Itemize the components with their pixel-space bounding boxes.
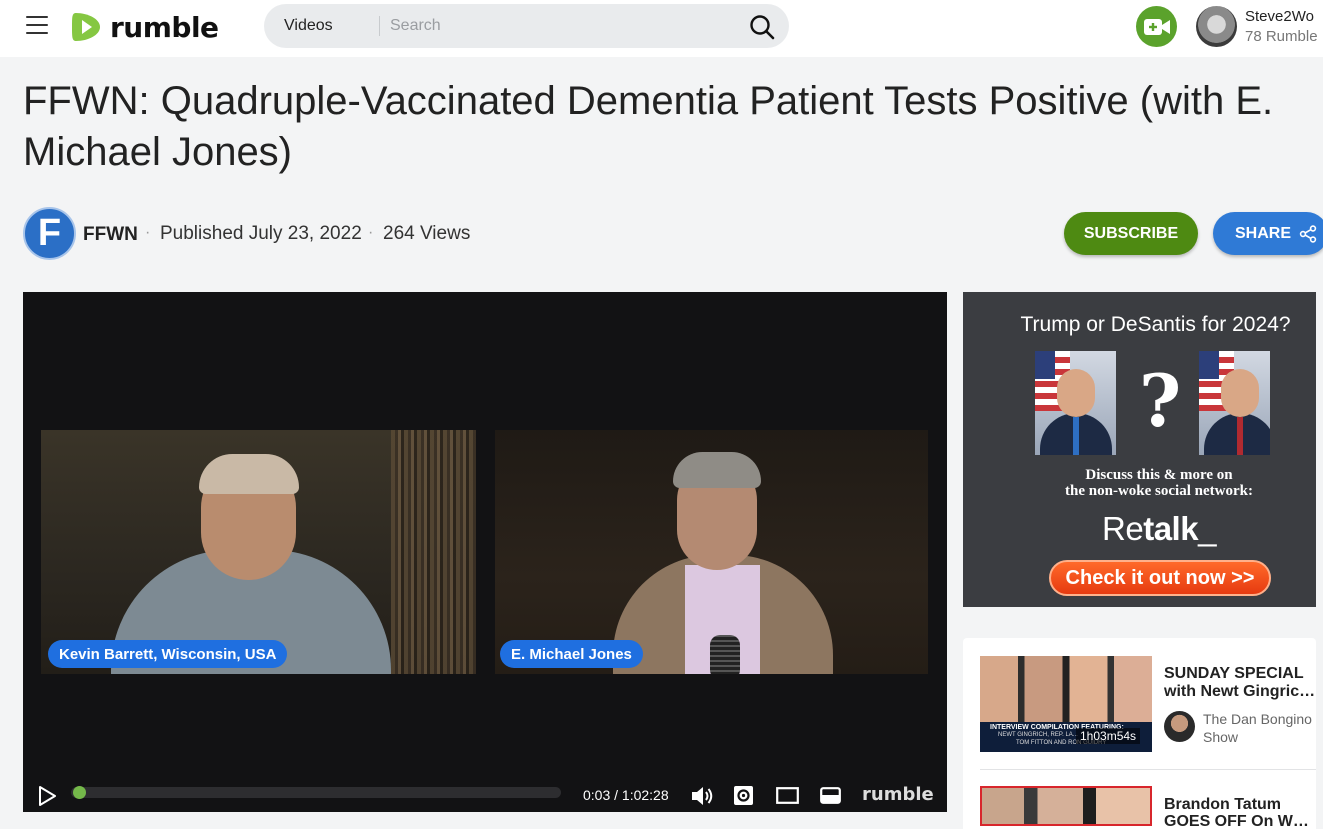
site-header: rumble Videos Steve2Wo 78 Rumble bbox=[0, 0, 1323, 57]
ad-cta-button[interactable]: Check it out now >> bbox=[1049, 560, 1271, 596]
meta-separator: · bbox=[368, 224, 374, 241]
ad-body: Discuss this & more on the non-woke soci… bbox=[963, 467, 1316, 499]
ad-body-line1: Discuss this & more on bbox=[1085, 467, 1233, 483]
rumble-logo[interactable]: rumble bbox=[70, 9, 219, 45]
related-video-item[interactable]: Brandon Tatum GOES OFF On Whi... bbox=[980, 786, 1316, 829]
share-icon bbox=[1299, 224, 1317, 243]
user-rumbles-count: 78 Rumble bbox=[1245, 28, 1318, 45]
speaker-name-tag-right: E. Michael Jones bbox=[500, 640, 643, 668]
ad-question-mark: ? bbox=[1139, 358, 1182, 443]
related-video-title-line2[interactable]: GOES OFF On Whi... bbox=[1164, 813, 1316, 829]
speaker-hair bbox=[673, 452, 761, 488]
progress-scrubber[interactable] bbox=[73, 786, 87, 799]
microphone bbox=[710, 635, 740, 674]
settings-icon[interactable] bbox=[733, 785, 754, 806]
video-pane-left: Kevin Barrett, Wisconsin, USA bbox=[41, 430, 476, 674]
share-label: SHARE bbox=[1235, 224, 1292, 242]
related-video-title-line2[interactable]: with Newt Gingrich... bbox=[1164, 683, 1316, 701]
volume-icon[interactable] bbox=[690, 785, 714, 807]
upload-video-button[interactable] bbox=[1136, 6, 1177, 47]
search-input[interactable] bbox=[390, 12, 740, 40]
search-category-select[interactable]: Videos bbox=[284, 17, 333, 35]
ad-photo-right bbox=[1199, 351, 1270, 455]
ad-brand-logo: Retalk_ bbox=[1102, 510, 1216, 547]
rumble-logo-icon bbox=[72, 13, 100, 41]
speaker-hair bbox=[199, 454, 299, 494]
progress-bar[interactable] bbox=[71, 786, 561, 799]
logo-wordmark: rumble bbox=[110, 10, 219, 44]
related-video-title[interactable]: SUNDAY SPECIAL bbox=[1164, 665, 1316, 683]
ad-headline: Trump or DeSantis for 2024? bbox=[1020, 313, 1291, 336]
divider bbox=[980, 769, 1316, 770]
video-pane-right: E. Michael Jones bbox=[495, 430, 928, 674]
play-icon[interactable] bbox=[37, 786, 57, 806]
ad-photo-left bbox=[1035, 351, 1116, 455]
timecode: 0:03 / 1:02:28 bbox=[583, 787, 669, 803]
related-video-title[interactable]: Brandon Tatum bbox=[1164, 796, 1316, 814]
channel-name[interactable]: FFWN bbox=[83, 224, 138, 246]
speaker-name-tag-left: Kevin Barrett, Wisconsin, USA bbox=[48, 640, 288, 668]
bookshelf bbox=[391, 430, 476, 674]
sidebar-ad[interactable]: Trump or DeSantis for 2024? ? Discuss th… bbox=[963, 292, 1316, 607]
player-logo[interactable]: rumble bbox=[862, 784, 934, 805]
search-divider bbox=[379, 16, 380, 36]
related-channel-name[interactable]: The Dan Bongino Show bbox=[1203, 710, 1318, 746]
publish-date: Published July 23, 2022 bbox=[160, 223, 362, 244]
related-video-item[interactable]: INTERVIEW COMPILATION FEATURING: NEWT GI… bbox=[980, 656, 1316, 752]
user-avatar[interactable] bbox=[1196, 6, 1237, 47]
subscribe-button[interactable]: SUBSCRIBE bbox=[1064, 212, 1198, 255]
video-duration-badge: 1h03m54s bbox=[1076, 728, 1141, 744]
hamburger-menu-icon[interactable] bbox=[26, 16, 48, 36]
ad-body-line2: the non-woke social network: bbox=[1065, 483, 1253, 499]
related-video-thumbnail[interactable] bbox=[980, 786, 1152, 826]
upload-video-icon bbox=[1143, 18, 1170, 35]
fullscreen-icon[interactable] bbox=[820, 787, 841, 804]
video-title: FFWN: Quadruple-Vaccinated Dementia Pati… bbox=[23, 79, 1274, 174]
view-count: 264 Views bbox=[383, 223, 471, 244]
theater-mode-icon[interactable] bbox=[776, 787, 799, 804]
video-player[interactable]: Kevin Barrett, Wisconsin, USA E. Michael… bbox=[23, 292, 947, 812]
share-button[interactable]: SHARE bbox=[1213, 212, 1323, 255]
meta-separator: · bbox=[145, 224, 151, 241]
search-icon[interactable] bbox=[748, 13, 776, 41]
search-bar: Videos bbox=[264, 4, 789, 48]
user-name[interactable]: Steve2Wo bbox=[1245, 8, 1314, 25]
channel-avatar[interactable]: F bbox=[23, 207, 76, 260]
related-videos: INTERVIEW COMPILATION FEATURING: NEWT GI… bbox=[963, 638, 1316, 829]
related-channel-avatar[interactable] bbox=[1164, 711, 1195, 742]
